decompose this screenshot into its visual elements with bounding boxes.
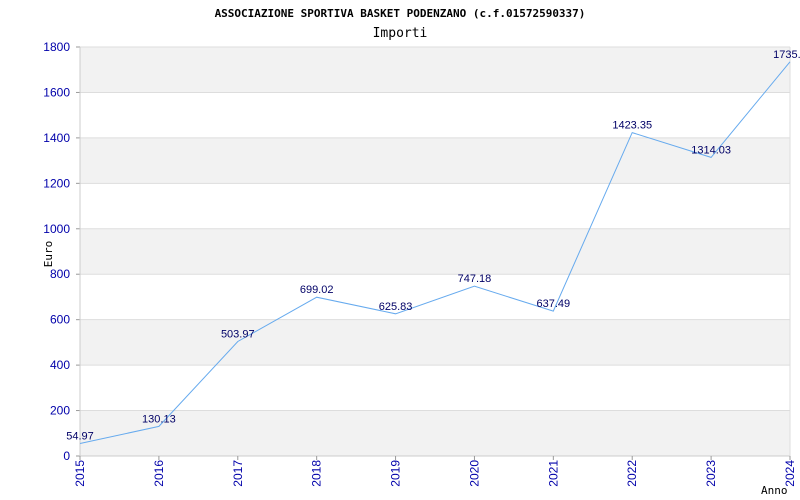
line-chart: ASSOCIAZIONE SPORTIVA BASKET PODENZANO (… [42,7,800,497]
data-label: 1314.03 [691,144,731,156]
grid-bands [80,47,790,456]
y-tick-label: 200 [50,404,70,418]
x-tick-label: 2020 [467,460,481,487]
x-tick-label: 2018 [310,460,324,487]
y-tick-label: 1200 [43,176,70,190]
grid-band [80,47,790,93]
grid-band [80,319,790,366]
data-label: 503.97 [221,328,255,340]
x-tick-label: 2024 [783,460,797,487]
x-axis-ticks: 2015 2016 2017 2018 2019 2020 2021 2022 2023 2024 [73,460,797,487]
data-label: 637.49 [537,298,571,310]
x-tick-label: 2017 [231,460,245,487]
y-tick-label: 0 [63,449,70,463]
y-tick-label: 1800 [43,40,70,54]
data-label: 54.97 [66,431,94,443]
x-tick-label: 2023 [704,460,718,487]
grid-band [80,410,790,456]
data-label: 1735.0 [773,49,800,61]
y-tick-label: 400 [50,358,70,372]
data-label: 747.18 [458,273,492,285]
y-tick-label: 1400 [43,131,70,145]
x-tick-label: 2022 [625,460,639,487]
x-tick-label: 2021 [546,460,560,487]
chart-subtitle: Importi [373,26,428,41]
chart-title: ASSOCIAZIONE SPORTIVA BASKET PODENZANO (… [215,7,586,20]
y-tick-label: 1000 [43,222,70,236]
x-tick-label: 2015 [73,460,87,487]
data-label: 625.83 [379,301,413,313]
x-tick-label: 2019 [389,460,403,487]
x-axis-label: Anno [761,484,788,497]
data-label: 1423.35 [612,120,652,132]
y-tick-label: 600 [50,313,70,327]
y-tick-label: 1600 [43,85,70,99]
data-label: 130.13 [142,413,176,425]
grid-band [80,228,790,275]
y-tick-label: 800 [50,267,70,281]
data-label: 699.02 [300,284,334,296]
grid-band [80,137,790,184]
y-axis-label: Euro [42,241,55,268]
x-tick-label: 2016 [152,460,166,487]
